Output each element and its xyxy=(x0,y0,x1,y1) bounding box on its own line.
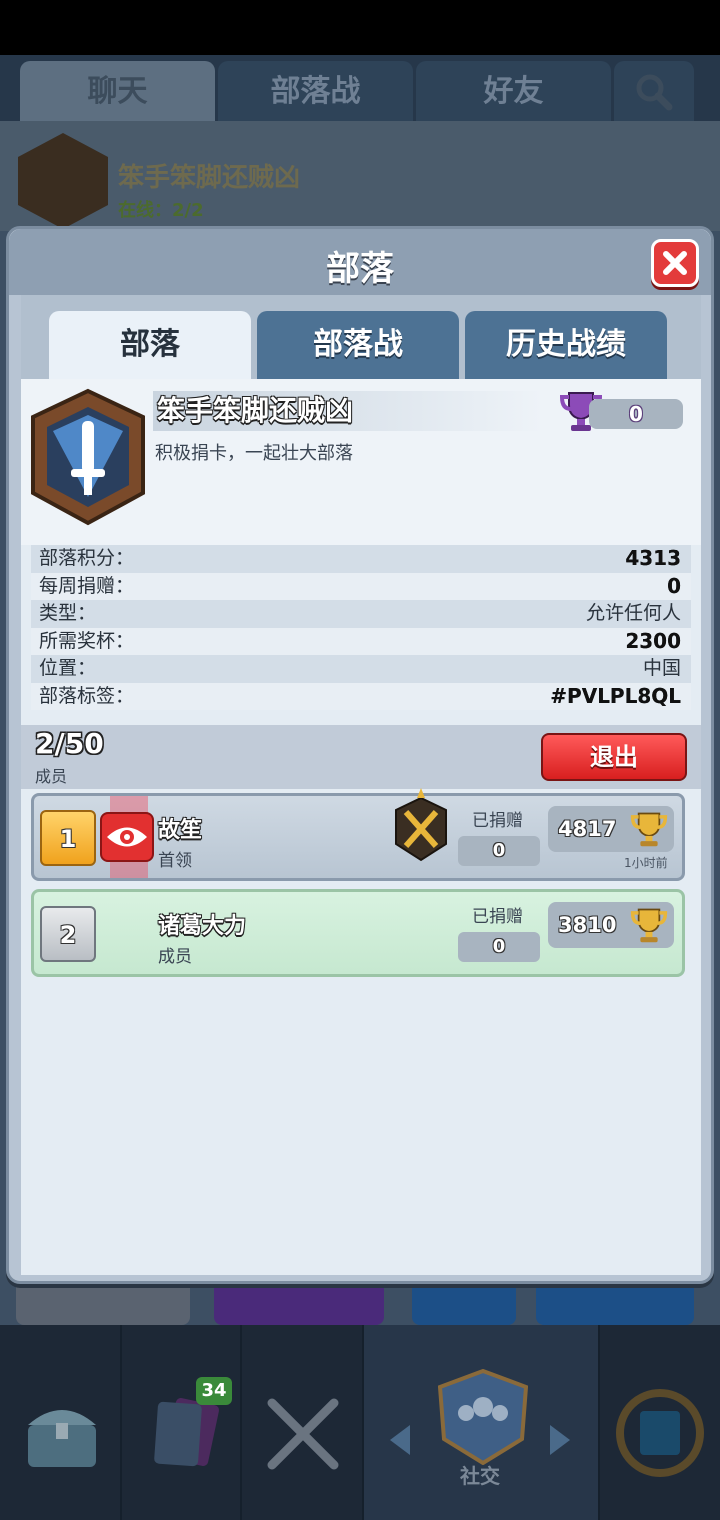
war-swords-icon xyxy=(395,788,447,862)
members-count: 2/50 xyxy=(35,727,104,760)
modal-header: 部落 xyxy=(9,229,711,295)
member-trophy-value: 3810 xyxy=(558,913,617,937)
bottom-nav: 34 xyxy=(0,1325,720,1520)
search-button[interactable] xyxy=(614,61,694,123)
stat-value: 0 xyxy=(667,573,681,598)
crossed-swords-icon xyxy=(267,1398,339,1470)
member-trophies: 3810 xyxy=(548,902,674,948)
tab-clan-war[interactable]: 部落战 xyxy=(218,61,413,123)
background-strip xyxy=(214,1277,384,1325)
nav-social[interactable] xyxy=(364,1325,600,1520)
laurel-icon xyxy=(616,1389,704,1477)
member-role: 成员 xyxy=(158,947,192,967)
donated-value: 0 xyxy=(458,836,540,866)
donated-label: 已捐赠 xyxy=(472,811,523,831)
trophy-icon xyxy=(630,908,668,943)
tab-clan[interactable]: 部落 xyxy=(49,311,251,379)
nav-battle[interactable] xyxy=(242,1325,364,1520)
clan-trophies: 0 xyxy=(589,399,683,429)
stat-value: 2300 xyxy=(625,628,681,653)
members-label: 成员 xyxy=(35,767,68,786)
clan-modal: 部落 部落 部落战 历史战绩 笨手笨脚还贼凶 积极捐卡，一起壮大部落 0 部落积… xyxy=(6,226,714,1284)
stat-label: 所需奖杯： xyxy=(39,629,135,652)
clan-description: 积极捐卡，一起壮大部落 xyxy=(155,443,353,464)
background-tab-bar: 聊天 部落战 好友 xyxy=(0,55,720,123)
clan-badge-icon xyxy=(31,388,145,526)
tab-history[interactable]: 历史战绩 xyxy=(465,311,667,379)
background-clan-name: 笨手笨脚还贼凶 xyxy=(118,163,301,193)
eye-icon xyxy=(107,827,147,847)
leave-button[interactable]: 退出 xyxy=(541,733,687,781)
stat-row: 每周捐赠： 0 xyxy=(31,572,691,600)
tab-clan-war[interactable]: 部落战 xyxy=(257,311,459,379)
members-header: 2/50 成员 退出 xyxy=(21,725,701,789)
modal-title: 部落 xyxy=(326,249,394,289)
tab-chat[interactable]: 聊天 xyxy=(20,61,215,123)
clan-stats: 部落积分： 4313 每周捐赠： 0 类型： 允许任何人 所需奖杯： 2300 … xyxy=(31,545,691,710)
cards-count-badge: 34 xyxy=(196,1377,232,1405)
stat-value: 允许任何人 xyxy=(585,602,681,624)
stat-label: 部落积分： xyxy=(39,547,135,569)
nav-shop[interactable] xyxy=(0,1325,122,1520)
chest-icon xyxy=(28,1410,96,1467)
modal-tabs: 部落 部落战 历史战绩 xyxy=(21,295,701,379)
tab-friends[interactable]: 好友 xyxy=(416,61,611,123)
member-trophy-value: 4817 xyxy=(558,817,617,841)
clan-header: 笨手笨脚还贼凶 积极捐卡，一起壮大部落 0 xyxy=(21,379,701,545)
background-clan-bar: 笨手笨脚还贼凶 在线：2/2 xyxy=(0,121,720,231)
member-trophies: 4817 xyxy=(548,806,674,852)
spectate-button[interactable] xyxy=(100,812,154,862)
trophy-icon xyxy=(630,812,668,847)
background-strip xyxy=(16,1277,190,1325)
clan-badge-icon xyxy=(18,133,108,229)
search-icon xyxy=(636,74,673,111)
member-role: 首领 xyxy=(158,851,192,871)
stat-row: 部落积分： 4313 xyxy=(31,545,691,573)
close-button[interactable] xyxy=(651,239,699,287)
member-name: 诸葛大力 xyxy=(158,914,247,939)
member-rank: 2 xyxy=(40,906,96,962)
modal-body: 部落 部落战 历史战绩 笨手笨脚还贼凶 积极捐卡，一起壮大部落 0 部落积分： … xyxy=(21,295,701,1275)
stat-row: 所需奖杯： 2300 xyxy=(31,627,691,655)
stat-row: 部落标签： #PVLPL8QL xyxy=(31,682,691,711)
close-icon xyxy=(663,251,687,275)
background-strip xyxy=(536,1277,694,1325)
stat-label: 类型： xyxy=(39,602,97,624)
clan-tag[interactable]: #PVLPL8QL xyxy=(550,683,681,711)
donated-value: 0 xyxy=(458,932,540,962)
chevron-right-icon[interactable] xyxy=(548,1423,572,1457)
member-rank: 1 xyxy=(40,810,96,866)
last-seen: 1小时前 xyxy=(624,856,668,870)
stat-value: 中国 xyxy=(642,657,681,679)
background-strip xyxy=(412,1277,516,1325)
nav-cards[interactable]: 34 xyxy=(122,1325,242,1520)
member-name: 故笙 xyxy=(158,818,203,843)
donated-label: 已捐赠 xyxy=(472,907,523,927)
stat-row: 类型： 允许任何人 xyxy=(31,600,691,628)
member-row[interactable]: 1 故笙 首领 已捐赠 0 4817 1小时前 xyxy=(31,788,685,881)
stat-label: 位置： xyxy=(39,657,97,679)
chevron-left-icon[interactable] xyxy=(388,1423,412,1457)
social-icon xyxy=(438,1369,528,1465)
stat-row: 位置： 中国 xyxy=(31,655,691,683)
background-online-count: 在线：2/2 xyxy=(118,200,204,221)
clan-name: 笨手笨脚还贼凶 xyxy=(153,391,543,431)
nav-events[interactable] xyxy=(600,1325,720,1520)
stat-value: 4313 xyxy=(625,546,681,570)
stat-label: 部落标签： xyxy=(39,684,135,707)
nav-social-label: 社交 xyxy=(460,1464,500,1488)
stat-label: 每周捐赠： xyxy=(39,574,135,597)
member-row[interactable]: 2 诸葛大力 成员 已捐赠 0 3810 xyxy=(31,889,685,977)
